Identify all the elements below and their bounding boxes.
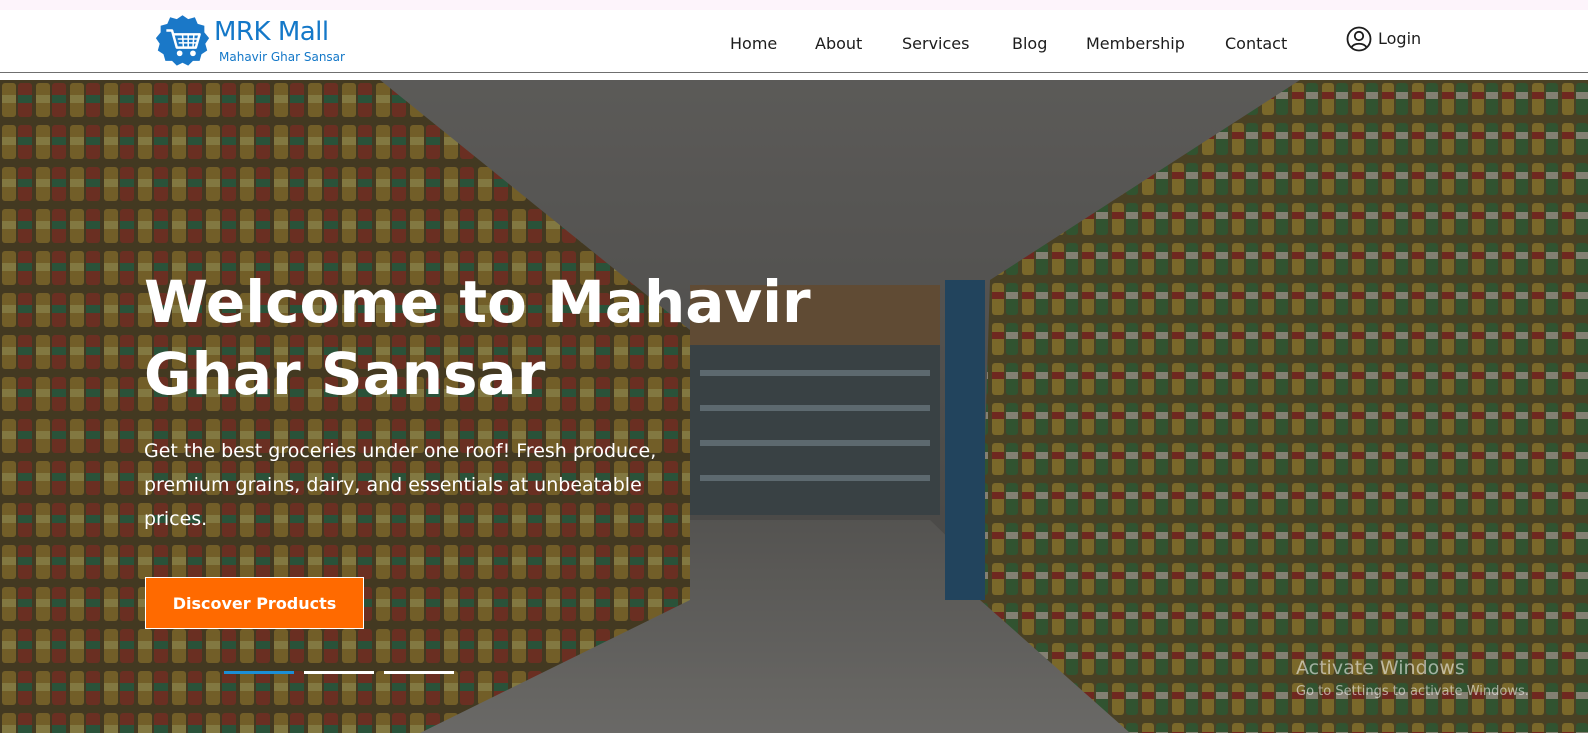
site-header: MRK Mall Mahavir Ghar Sansar Home About … <box>0 10 1588 73</box>
hero-title-line: Ghar Sansar <box>144 340 546 408</box>
hero-title-line: Welcome to Mahavir <box>144 268 811 336</box>
brand-tagline: Mahavir Ghar Sansar <box>219 50 345 64</box>
hero-description-line: prices. <box>144 508 208 530</box>
top-strip <box>0 0 1588 10</box>
shopping-cart-badge-icon <box>155 15 210 66</box>
hero-banner: Welcome to Mahavir Ghar Sansar Get the b… <box>0 80 1588 733</box>
slide-indicator-1[interactable] <box>224 671 294 674</box>
nav-link-membership[interactable]: Membership <box>1086 34 1185 53</box>
nav-link-blog[interactable]: Blog <box>1012 34 1047 53</box>
hero-description-line: premium grains, dairy, and essentials at… <box>144 474 642 496</box>
login-label: Login <box>1378 29 1422 48</box>
nav-link-home[interactable]: Home <box>730 34 777 53</box>
brand-name: MRK Mall <box>214 17 329 47</box>
nav-link-about[interactable]: About <box>815 34 862 53</box>
slide-indicator-2[interactable] <box>304 671 374 674</box>
user-circle-icon <box>1346 26 1372 52</box>
discover-products-button[interactable]: Discover Products <box>145 577 364 629</box>
nav-link-contact[interactable]: Contact <box>1225 34 1287 53</box>
hero-description: Get the best groceries under one roof! F… <box>144 434 704 536</box>
slide-indicator-3[interactable] <box>384 671 454 674</box>
hero-description-line: Get the best groceries under one roof! F… <box>144 440 657 462</box>
hero-title: Welcome to Mahavir Ghar Sansar <box>144 266 844 410</box>
nav-link-services[interactable]: Services <box>902 34 969 53</box>
site-logo[interactable]: MRK Mall Mahavir Ghar Sansar <box>154 13 354 69</box>
